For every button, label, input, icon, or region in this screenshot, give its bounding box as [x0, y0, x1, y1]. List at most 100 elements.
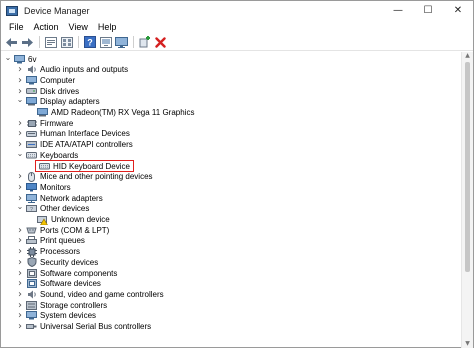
tree-category[interactable]: › Print queues	[16, 235, 85, 246]
tree-category[interactable]: › Disk drives	[16, 86, 79, 97]
menu-help[interactable]: Help	[93, 20, 122, 34]
toolbar: ?	[1, 34, 473, 51]
chevron-down-icon[interactable]: ⌄	[4, 52, 12, 63]
tree-category[interactable]: › Monitors	[16, 182, 71, 193]
scroll-thumb[interactable]	[465, 62, 470, 272]
chevron-right-icon[interactable]: ›	[16, 278, 24, 289]
chevron-right-icon[interactable]: ›	[16, 268, 24, 279]
svg-text:?: ?	[30, 207, 33, 213]
sound-icon	[26, 290, 37, 299]
tree-category[interactable]: › Computer	[16, 75, 75, 86]
add-driver-icon[interactable]	[138, 36, 151, 49]
display-adapter-icon	[26, 97, 37, 106]
keyboard-icon	[26, 151, 37, 160]
close-button[interactable]: ✕	[443, 1, 473, 20]
menu-bar: File Action View Help	[1, 20, 473, 34]
device-grid-icon[interactable]	[60, 36, 73, 49]
scroll-up-icon[interactable]: ▲	[464, 53, 471, 59]
keyboard-device-icon	[39, 162, 50, 171]
chevron-right-icon[interactable]: ›	[16, 225, 24, 236]
svg-text:?: ?	[87, 38, 93, 48]
tree-category[interactable]: › Sound, video and game controllers	[16, 289, 164, 300]
tree-device[interactable]: Unknown device	[27, 214, 110, 225]
tree-category[interactable]: › Security devices	[16, 257, 98, 268]
uninstall-icon[interactable]	[154, 36, 167, 49]
tree-node-label: Storage controllers	[40, 300, 108, 310]
tree-category[interactable]: › IDE ATA/ATAPI controllers	[16, 139, 133, 150]
chevron-down-icon[interactable]: ⌄	[16, 201, 24, 212]
menu-action[interactable]: Action	[29, 20, 64, 34]
tree-category[interactable]: › Ports (COM & LPT)	[16, 225, 109, 236]
chevron-right-icon[interactable]: ›	[16, 321, 24, 332]
vertical-scrollbar[interactable]: ▲ ▼	[461, 52, 473, 348]
tree-category[interactable]: › Universal Serial Bus controllers	[16, 321, 151, 332]
monitor-icon[interactable]	[115, 36, 128, 49]
minimize-button[interactable]: —	[383, 1, 413, 20]
chevron-right-icon[interactable]: ›	[16, 64, 24, 75]
chevron-right-icon[interactable]: ›	[16, 235, 24, 246]
help-icon[interactable]: ?	[83, 36, 96, 49]
chevron-right-icon[interactable]: ›	[16, 75, 24, 86]
menu-file[interactable]: File	[4, 20, 29, 34]
tree-root[interactable]: ⌄ 6v	[4, 52, 37, 65]
gpu-icon	[37, 108, 48, 117]
tree-node-label: Security devices	[40, 257, 99, 267]
menu-view[interactable]: View	[64, 20, 93, 34]
device-tree[interactable]: ⌄ 6v › Audio inputs and outputs › Computer › Di…	[1, 52, 461, 348]
maximize-button[interactable]: ☐	[413, 1, 443, 20]
window-title: Device Manager	[24, 5, 90, 16]
storage-icon	[26, 300, 37, 310]
tree-category[interactable]: › Audio inputs and outputs	[16, 64, 128, 75]
scan-hardware-icon[interactable]	[99, 36, 112, 49]
tree-category[interactable]: ⌄? Other devices	[16, 201, 90, 214]
chevron-right-icon[interactable]: ›	[16, 257, 24, 268]
chevron-down-icon[interactable]: ⌄	[16, 94, 24, 105]
tree-category[interactable]: › Human Interface Devices	[16, 128, 130, 139]
tree-category[interactable]: › System devices	[16, 310, 96, 321]
tree-category[interactable]: › Software devices	[16, 278, 101, 289]
unknown-device-icon	[37, 215, 48, 225]
system-icon	[26, 311, 37, 320]
computer-icon	[26, 75, 37, 85]
printer-icon	[26, 236, 37, 245]
tree-node-label: 6v	[28, 54, 37, 64]
tree-category[interactable]: › Software components	[16, 268, 117, 279]
selected-highlight[interactable]: HID Keyboard Device	[35, 160, 134, 172]
forward-icon[interactable]	[21, 36, 34, 49]
tree-category[interactable]: › Processors	[16, 246, 80, 257]
tree-node-label: Disk drives	[40, 86, 80, 96]
chevron-down-icon[interactable]: ⌄	[16, 148, 24, 159]
chevron-right-icon[interactable]: ›	[16, 128, 24, 139]
device-manager-app-icon	[6, 5, 18, 16]
chevron-right-icon[interactable]: ›	[16, 310, 24, 321]
chevron-right-icon[interactable]: ›	[16, 246, 24, 257]
chevron-right-icon[interactable]: ›	[16, 300, 24, 311]
tree-node-label: Unknown device	[51, 215, 110, 224]
chevron-right-icon[interactable]: ›	[16, 289, 24, 300]
tree-node-label: HID Keyboard Device	[53, 161, 130, 171]
title-bar[interactable]: Device Manager — ☐ ✕	[1, 1, 473, 20]
back-icon[interactable]	[5, 36, 18, 49]
tree-node-label: IDE ATA/ATAPI controllers	[40, 140, 133, 150]
toolbar-separator	[133, 36, 134, 48]
toolbar-separator	[78, 36, 79, 48]
tree-category[interactable]: › Storage controllers	[16, 300, 107, 311]
tree-category[interactable]: › Network adapters	[16, 193, 103, 204]
tree-node-label: Monitors	[40, 182, 71, 192]
properties-icon[interactable]	[44, 36, 57, 49]
tree-node-label: Universal Serial Bus controllers	[40, 322, 152, 331]
software-device-icon	[26, 279, 37, 289]
tree-device[interactable]: AMD Radeon(TM) RX Vega 11 Graphics	[27, 107, 194, 118]
scroll-down-icon[interactable]: ▼	[464, 341, 471, 347]
mouse-icon	[26, 171, 37, 182]
chevron-right-icon[interactable]: ›	[16, 182, 24, 193]
tree-device[interactable]: HID Keyboard Device	[27, 160, 134, 172]
computer-icon	[14, 54, 25, 64]
chevron-right-icon[interactable]: ›	[16, 171, 24, 182]
tree-category[interactable]: › Mice and other pointing devices	[16, 171, 153, 182]
chevron-right-icon[interactable]: ›	[16, 118, 24, 129]
processor-icon	[26, 246, 37, 257]
tree-category[interactable]: › Firmware	[16, 118, 73, 129]
tree-category[interactable]: ⌄ Display adapters	[16, 94, 100, 107]
